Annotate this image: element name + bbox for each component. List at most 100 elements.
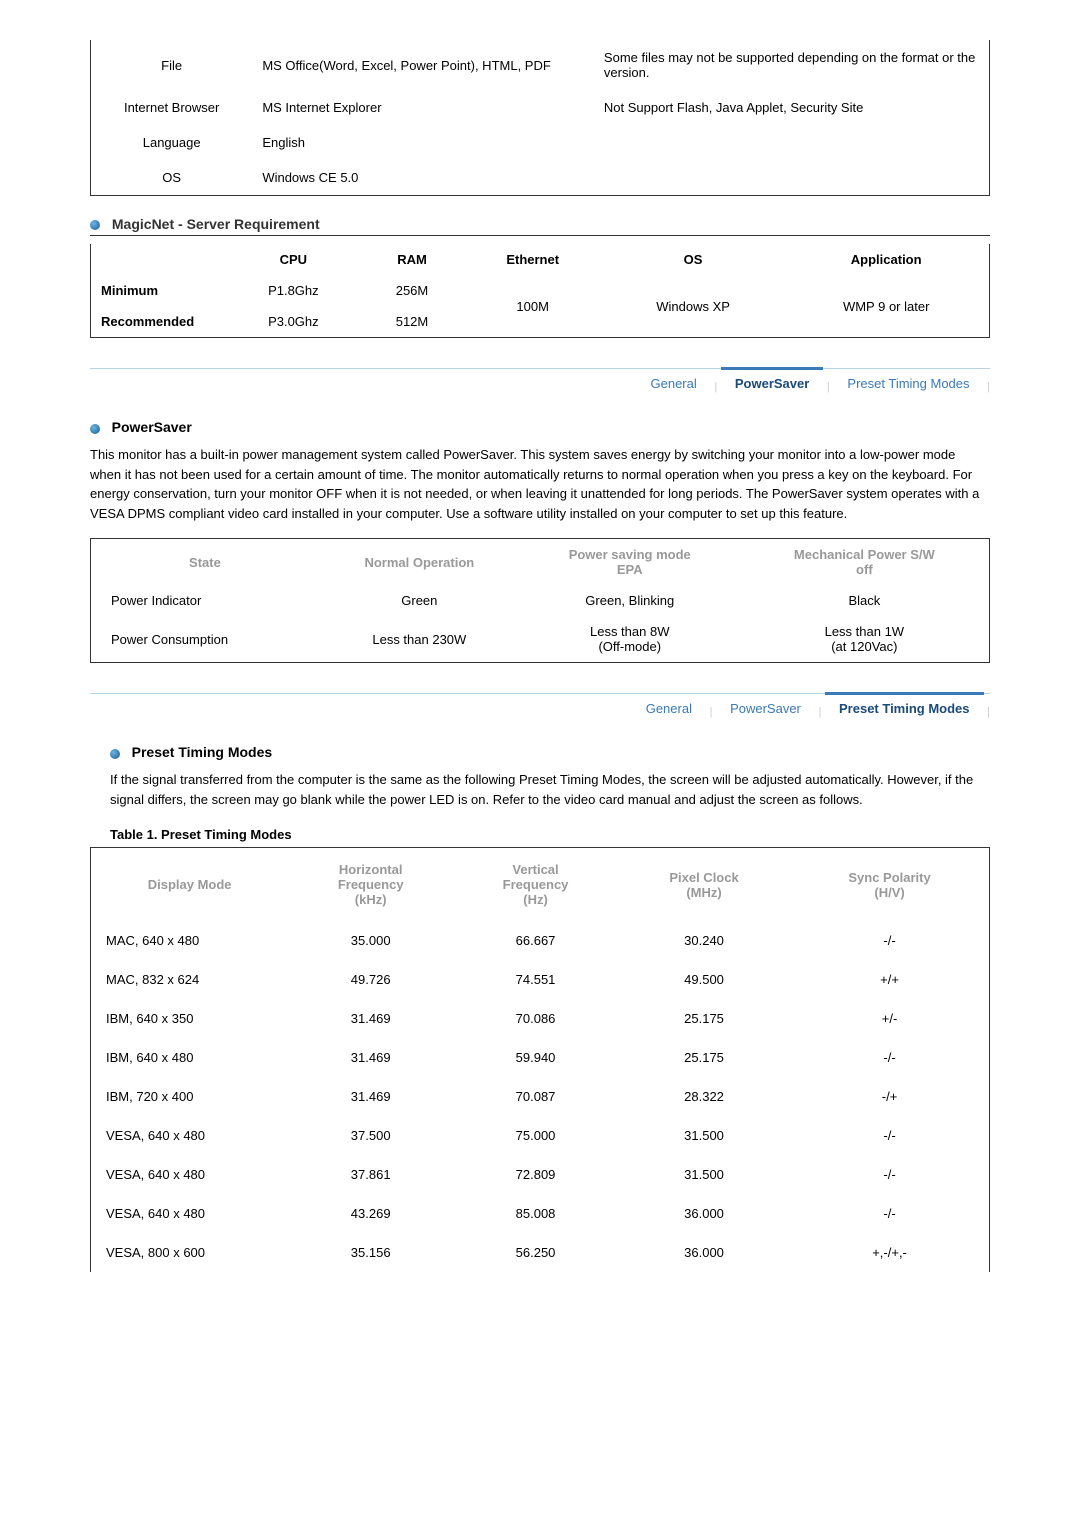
tab-bar-2: General | PowerSaver | Preset Timing Mod… — [90, 693, 990, 724]
col-empty — [91, 244, 226, 275]
col-normal: Normal Operation — [319, 539, 520, 586]
tab-powersaver[interactable]: PowerSaver — [721, 367, 823, 397]
spec-value: English — [252, 125, 594, 160]
col-ethernet: Ethernet — [463, 244, 603, 275]
cell: VESA, 640 x 480 — [91, 1194, 289, 1233]
cell: 70.086 — [453, 999, 618, 1038]
table-row: IBM, 720 x 400 31.469 70.087 28.322 -/+ — [91, 1077, 990, 1116]
powersaver-heading: PowerSaver — [90, 419, 990, 435]
cell: 85.008 — [453, 1194, 618, 1233]
tab-preset[interactable]: Preset Timing Modes — [825, 692, 984, 722]
cell: Less than 1W(at 120Vac) — [740, 616, 990, 663]
table-row: VESA, 640 x 480 37.861 72.809 31.500 -/- — [91, 1155, 990, 1194]
cell: 30.240 — [618, 921, 790, 960]
cell: Power Consumption — [91, 616, 319, 663]
col-state: State — [91, 539, 319, 586]
col-pixel-clock: Pixel Clock(MHz) — [618, 848, 790, 922]
tab-general[interactable]: General — [637, 370, 711, 397]
cell: 31.469 — [288, 999, 453, 1038]
col-mechanical: Mechanical Power S/Woff — [740, 539, 990, 586]
timing-table: Display Mode HorizontalFrequency(kHz) Ve… — [90, 847, 990, 1272]
cell: 49.500 — [618, 960, 790, 999]
table-row: VESA, 640 x 480 43.269 85.008 36.000 -/- — [91, 1194, 990, 1233]
cell: 59.940 — [453, 1038, 618, 1077]
cell: Less than 230W — [319, 616, 520, 663]
row-recommended: Recommended — [91, 306, 226, 338]
cell: 56.250 — [453, 1233, 618, 1272]
powersaver-table: State Normal Operation Power saving mode… — [90, 538, 990, 663]
table-row: VESA, 640 x 480 37.500 75.000 31.500 -/- — [91, 1116, 990, 1155]
cell: 31.469 — [288, 1038, 453, 1077]
powersaver-title: PowerSaver — [112, 419, 192, 435]
cell: 72.809 — [453, 1155, 618, 1194]
row-minimum: Minimum — [91, 275, 226, 306]
cell: Power Indicator — [91, 585, 319, 616]
cell: 25.175 — [618, 999, 790, 1038]
cell: 70.087 — [453, 1077, 618, 1116]
tab-powersaver[interactable]: PowerSaver — [716, 695, 815, 722]
cell: IBM, 640 x 480 — [91, 1038, 289, 1077]
cell: 31.500 — [618, 1116, 790, 1155]
tab-preset[interactable]: Preset Timing Modes — [833, 370, 983, 397]
col-saving: Power saving modeEPA — [520, 539, 740, 586]
spec-value: Windows CE 5.0 — [252, 160, 594, 196]
cell: 256M — [361, 275, 462, 306]
bullet-icon — [110, 749, 120, 759]
cell: 512M — [361, 306, 462, 338]
cell: -/- — [790, 1194, 989, 1233]
preset-desc: If the signal transferred from the compu… — [110, 770, 990, 809]
cell: MAC, 640 x 480 — [91, 921, 289, 960]
cell: 100M — [463, 275, 603, 338]
cell: 36.000 — [618, 1194, 790, 1233]
table-row: IBM, 640 x 350 31.469 70.086 25.175 +/- — [91, 999, 990, 1038]
separator: | — [987, 706, 990, 718]
cell: P1.8Ghz — [225, 275, 361, 306]
col-ram: RAM — [361, 244, 462, 275]
cell: Black — [740, 585, 990, 616]
tab-bar-1: General | PowerSaver | Preset Timing Mod… — [90, 368, 990, 399]
separator: | — [710, 706, 713, 718]
spec-note: Not Support Flash, Java Applet, Security… — [594, 90, 990, 125]
separator: | — [819, 706, 822, 718]
cell: 31.500 — [618, 1155, 790, 1194]
bullet-icon — [90, 424, 100, 434]
cell: 31.469 — [288, 1077, 453, 1116]
cell: -/- — [790, 1038, 989, 1077]
cell: -/- — [790, 1116, 989, 1155]
cell: Green — [319, 585, 520, 616]
col-display-mode: Display Mode — [91, 848, 289, 922]
cell: Green, Blinking — [520, 585, 740, 616]
cell: -/+ — [790, 1077, 989, 1116]
cell: +/- — [790, 999, 989, 1038]
spec-note — [594, 125, 990, 160]
spec-row-label: Internet Browser — [91, 90, 253, 125]
cell: MAC, 832 x 624 — [91, 960, 289, 999]
col-os: OS — [603, 244, 784, 275]
cell: 37.500 — [288, 1116, 453, 1155]
cell: VESA, 640 x 480 — [91, 1155, 289, 1194]
cell: 43.269 — [288, 1194, 453, 1233]
cell: IBM, 720 x 400 — [91, 1077, 289, 1116]
bullet-icon — [90, 220, 100, 230]
cell: VESA, 640 x 480 — [91, 1116, 289, 1155]
cell: 35.000 — [288, 921, 453, 960]
separator: | — [714, 381, 717, 393]
separator: | — [987, 381, 990, 393]
cell: 37.861 — [288, 1155, 453, 1194]
spec-note: Some files may not be supported dependin… — [594, 40, 990, 90]
cell: P3.0Ghz — [225, 306, 361, 338]
top-specs-table: File MS Office(Word, Excel, Power Point)… — [90, 40, 990, 196]
preset-table-title: Table 1. Preset Timing Modes — [110, 827, 990, 842]
cell: 75.000 — [453, 1116, 618, 1155]
cell: 66.667 — [453, 921, 618, 960]
table-row: MAC, 832 x 624 49.726 74.551 49.500 +/+ — [91, 960, 990, 999]
magicnet-heading: MagicNet - Server Requirement — [90, 216, 990, 236]
col-vfreq: VerticalFrequency(Hz) — [453, 848, 618, 922]
cell: WMP 9 or later — [783, 275, 989, 338]
spec-row-label: Language — [91, 125, 253, 160]
col-hfreq: HorizontalFrequency(kHz) — [288, 848, 453, 922]
cell: VESA, 800 x 600 — [91, 1233, 289, 1272]
cell: Less than 8W(Off-mode) — [520, 616, 740, 663]
table-row: MAC, 640 x 480 35.000 66.667 30.240 -/- — [91, 921, 990, 960]
tab-general[interactable]: General — [632, 695, 706, 722]
